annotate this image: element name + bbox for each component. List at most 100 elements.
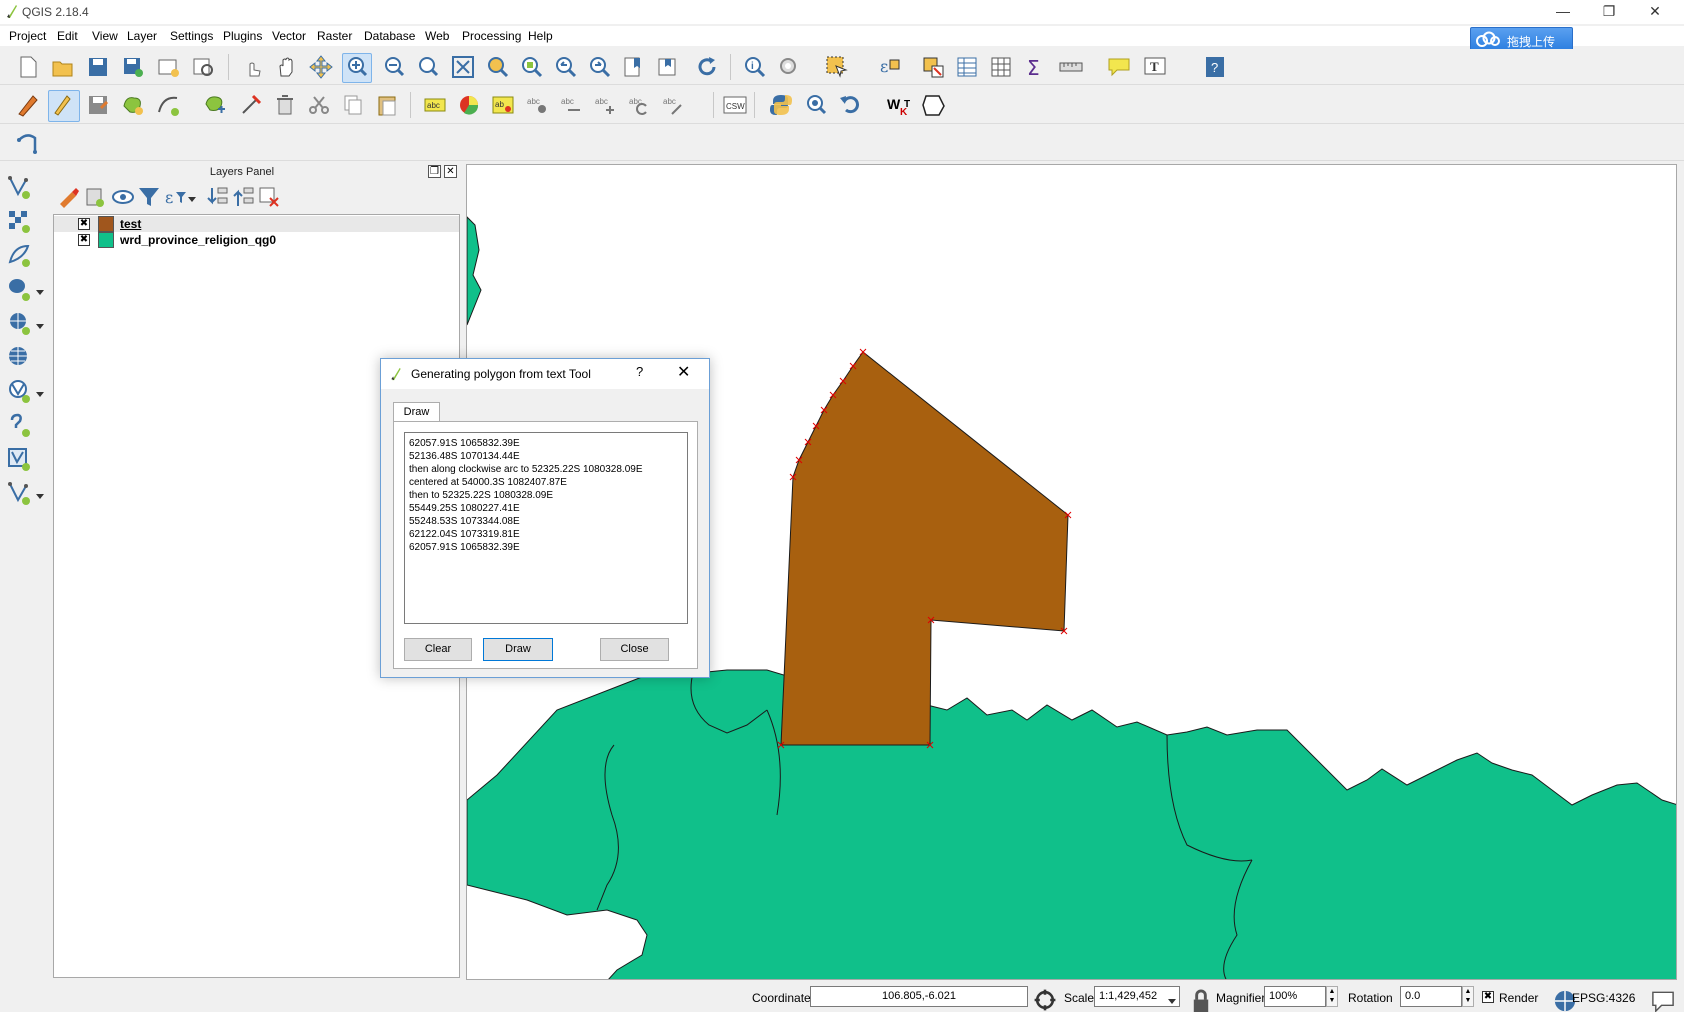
copy-features-icon[interactable] <box>340 92 366 118</box>
new-bookmark-icon[interactable] <box>620 54 646 80</box>
add-wfs-layer-icon[interactable] <box>6 378 32 404</box>
coordinate-toggle-icon[interactable] <box>1032 987 1056 1011</box>
cut-features-icon[interactable] <box>306 92 332 118</box>
add-vector-layer-icon[interactable] <box>6 174 32 200</box>
open-project-icon[interactable] <box>50 54 76 80</box>
layer-row-test[interactable]: ✖ test <box>54 216 459 232</box>
restore-button[interactable]: ❐ <box>1586 0 1632 24</box>
layer-labeling-icon[interactable]: abc <box>422 92 448 118</box>
menu-database[interactable]: Database <box>364 29 415 43</box>
chevron-down-icon[interactable] <box>188 192 196 202</box>
add-feature-icon[interactable] <box>120 92 146 118</box>
chevron-down-icon[interactable] <box>36 489 44 499</box>
layer-visibility-checkbox[interactable]: ✖ <box>78 234 90 246</box>
add-wcs-layer-icon[interactable] <box>6 344 32 370</box>
layer-row-wrd-province[interactable]: ✖ wrd_province_religion_qg0 <box>54 232 459 248</box>
layer-visibility-checkbox[interactable]: ✖ <box>78 218 90 230</box>
rotate-label-icon[interactable]: abc <box>592 92 618 118</box>
zoom-last-icon[interactable] <box>552 54 578 80</box>
shape-tools-icon[interactable] <box>15 130 41 156</box>
toggle-editing-icon[interactable] <box>48 90 80 122</box>
float-panel-icon[interactable]: ❐ <box>428 165 441 178</box>
select-by-expression-icon[interactable]: ε <box>876 54 902 80</box>
help-button[interactable]: ? <box>636 364 643 379</box>
close-button[interactable]: Close <box>600 638 669 661</box>
map-tips-icon[interactable] <box>1106 54 1132 80</box>
diagram-properties-icon[interactable] <box>456 92 482 118</box>
filter-legend-icon[interactable] <box>136 184 159 206</box>
menu-raster[interactable]: Raster <box>317 29 352 43</box>
identify-features-icon[interactable]: i <box>742 54 768 80</box>
add-postgis-layer-icon[interactable] <box>6 276 32 302</box>
lock-scale-icon[interactable] <box>1188 988 1209 1012</box>
pan-to-selection-icon[interactable] <box>308 54 334 80</box>
zoom-native-icon[interactable] <box>414 54 440 80</box>
magnifier-spin-icon[interactable]: ▲ ▼ <box>1326 986 1338 1007</box>
delete-selected-icon[interactable] <box>272 92 298 118</box>
draw-button[interactable]: Draw <box>483 638 553 661</box>
chevron-down-icon[interactable] <box>36 319 44 329</box>
menu-help[interactable]: Help <box>528 29 553 43</box>
text-annotation-icon[interactable]: T <box>1142 54 1168 80</box>
wkt-icon[interactable]: WKT <box>886 92 912 118</box>
zoom-next-icon[interactable] <box>586 54 612 80</box>
remove-layer-icon[interactable] <box>256 184 279 207</box>
add-delimited-text-layer-icon[interactable] <box>6 412 32 438</box>
menu-processing[interactable]: Processing <box>462 29 521 43</box>
zoom-out-icon[interactable] <box>380 54 406 80</box>
cloud-upload-button[interactable]: 拖拽上传 <box>1470 27 1573 51</box>
add-spatialite-layer-icon[interactable] <box>6 242 32 268</box>
pan-map-icon[interactable] <box>274 54 300 80</box>
add-circular-string-icon[interactable] <box>155 92 181 118</box>
csw-icon[interactable]: CSW <box>722 92 748 118</box>
touch-zoom-icon[interactable] <box>240 54 266 80</box>
deselect-features-icon[interactable] <box>920 54 946 80</box>
new-shapefile-layer-icon[interactable] <box>6 480 32 506</box>
minimize-button[interactable]: — <box>1540 0 1586 24</box>
field-calculator-icon[interactable] <box>988 54 1014 80</box>
new-project-icon[interactable] <box>15 54 41 80</box>
close-icon[interactable]: ✕ <box>677 362 690 382</box>
new-print-composer-icon[interactable] <box>155 54 181 80</box>
edit-label-icon[interactable]: abc <box>660 92 686 118</box>
polygon-from-text-tool-icon[interactable] <box>920 92 946 118</box>
metasearch-icon[interactable] <box>802 92 828 118</box>
manage-themes-icon[interactable] <box>110 184 134 204</box>
menu-layer[interactable]: Layer <box>127 29 157 43</box>
clear-button[interactable]: Clear <box>404 638 472 661</box>
coordinates-text-area[interactable]: 62057.91S 1065832.39E 52136.48S 1070134.… <box>404 432 688 624</box>
magnifier-field[interactable]: 100% <box>1264 986 1326 1007</box>
move-feature-icon[interactable] <box>202 92 228 118</box>
add-wms-layer-icon[interactable] <box>6 310 32 336</box>
render-checkbox[interactable]: ✖ <box>1482 991 1494 1003</box>
undo-icon[interactable] <box>838 92 864 118</box>
composer-manager-icon[interactable] <box>190 54 216 80</box>
add-virtual-layer-icon[interactable] <box>6 446 32 472</box>
refresh-icon[interactable] <box>694 54 720 80</box>
attribute-table-icon[interactable] <box>954 54 980 80</box>
statistics-sigma-icon[interactable]: Σ <box>1022 54 1048 80</box>
zoom-to-selection-icon[interactable] <box>484 54 510 80</box>
close-panel-icon[interactable]: ✕ <box>444 165 457 178</box>
change-label-icon[interactable]: abc <box>626 92 652 118</box>
messages-icon[interactable] <box>1650 988 1674 1012</box>
crs-label[interactable]: EPSG:4326 <box>1572 991 1635 1005</box>
zoom-in-icon[interactable] <box>342 53 372 83</box>
menu-vector[interactable]: Vector <box>272 29 306 43</box>
filter-by-expression-icon[interactable]: ε <box>162 184 186 207</box>
zoom-to-layer-icon[interactable] <box>518 54 544 80</box>
whats-this-help-icon[interactable]: ? <box>1202 54 1228 80</box>
save-layer-edits-icon[interactable] <box>85 92 111 118</box>
menu-settings[interactable]: Settings <box>170 29 213 43</box>
close-window-button[interactable]: ✕ <box>1632 0 1678 24</box>
expand-all-icon[interactable] <box>204 184 228 205</box>
select-features-icon[interactable] <box>824 54 850 80</box>
rotation-field[interactable]: 0.0 <box>1400 986 1462 1007</box>
python-console-icon[interactable] <box>768 92 794 118</box>
add-group-icon[interactable] <box>82 184 104 207</box>
chevron-down-icon[interactable] <box>36 285 44 295</box>
current-edits-icon[interactable] <box>15 92 41 118</box>
menu-web[interactable]: Web <box>425 29 449 43</box>
menu-project[interactable]: Project <box>9 29 46 43</box>
save-project-icon[interactable] <box>85 54 111 80</box>
